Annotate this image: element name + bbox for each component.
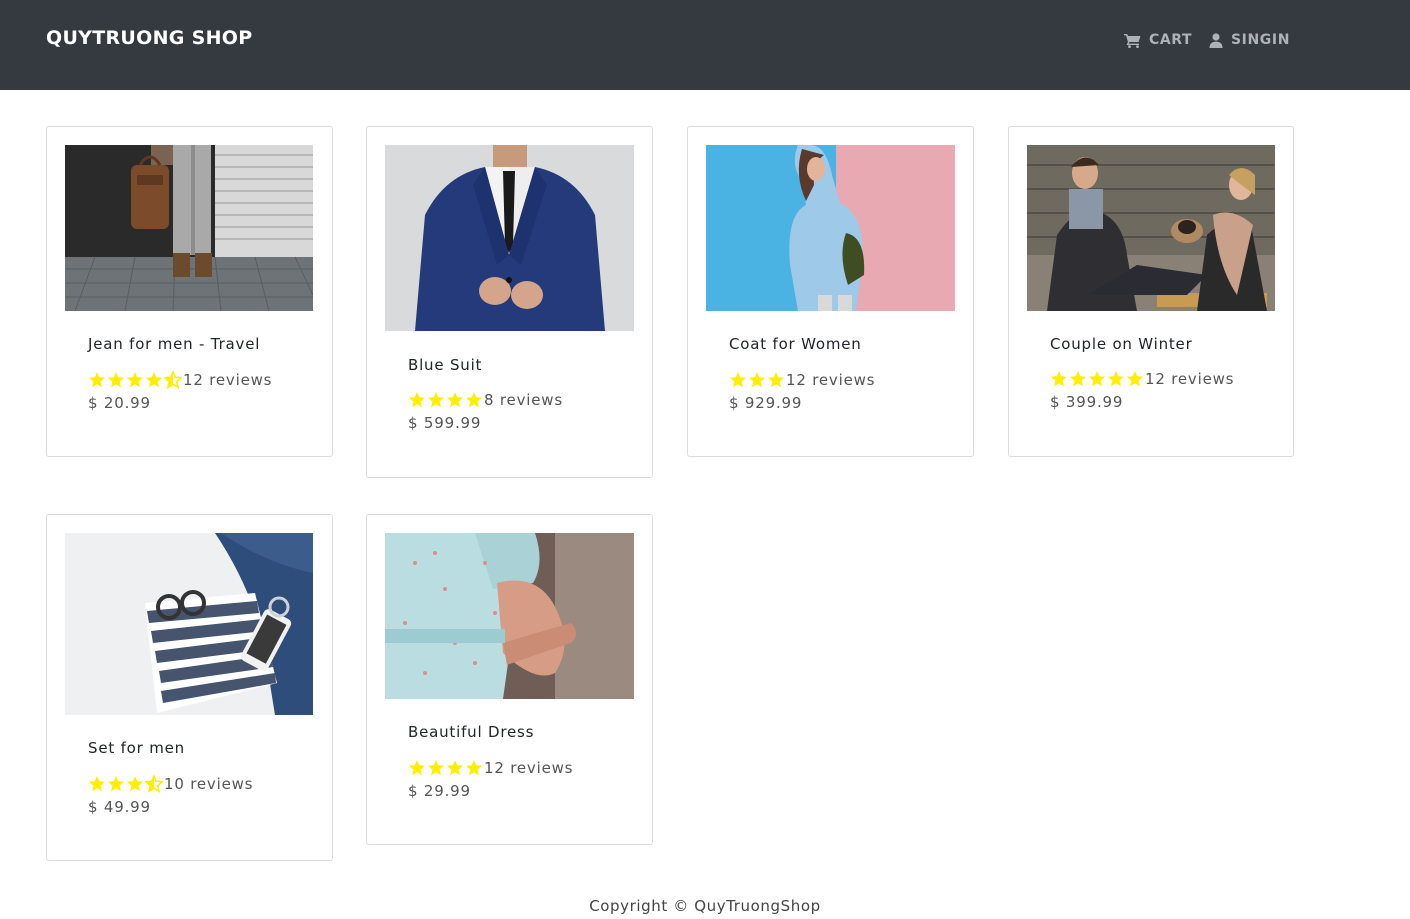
product-card[interactable]: Blue Suit 8 reviews $ 599.99 [366,126,653,478]
product-card[interactable]: Set for men 10 reviews $ 49.99 [46,514,333,861]
rating-stars [408,759,484,777]
product-card[interactable]: Coat for Women 12 reviews $ 929.99 [687,126,974,457]
star-icon [108,776,124,792]
half-star-icon [164,371,182,389]
star-icon [447,760,463,776]
star-icon [749,372,765,388]
star-icon [108,372,124,388]
product-price: $ 599.99 [408,414,482,432]
star-icon [89,776,105,792]
user-icon [1209,32,1223,48]
star-icon [409,760,425,776]
star-icon [1051,371,1067,387]
star-icon [1070,371,1086,387]
product-rating: 8 reviews [408,391,563,409]
star-icon [466,760,482,776]
shopping-cart-icon [1124,33,1141,48]
product-rating: 10 reviews [88,775,253,793]
product-price: $ 29.99 [408,782,471,800]
product-title[interactable]: Jean for men - Travel [88,335,260,353]
star-icon [428,760,444,776]
rating-stars [408,391,484,409]
star-icon [127,776,143,792]
product-card[interactable]: Jean for men - Travel 12 reviews $ 20.99 [46,126,333,457]
product-title[interactable]: Beautiful Dress [408,723,534,741]
footer-copyright: Copyright © QuyTruongShop [589,897,821,915]
star-icon [146,372,162,388]
star-icon [768,372,784,388]
review-count: 12 reviews [484,759,574,777]
floral-dress-photo[interactable] [385,533,634,699]
star-icon [1089,371,1105,387]
cart-label: CART [1149,32,1193,48]
rating-stars [729,371,786,389]
product-price: $ 49.99 [88,798,151,816]
signin-label: SINGIN [1231,32,1291,48]
product-rating: 12 reviews [88,371,272,389]
star-icon [447,392,463,408]
product-price: $ 399.99 [1050,393,1124,411]
couple-winter-photo[interactable] [1027,145,1275,311]
review-count: 12 reviews [1145,370,1235,388]
woman-denim-coat-photo[interactable] [706,145,955,311]
product-title[interactable]: Blue Suit [408,356,482,374]
half-star-icon [145,775,163,793]
review-count: 10 reviews [164,775,254,793]
rating-stars [1050,370,1145,388]
product-title[interactable]: Coat for Women [729,335,862,353]
product-title[interactable]: Set for men [88,739,185,757]
star-icon [89,372,105,388]
star-icon [428,392,444,408]
review-count: 8 reviews [484,391,563,409]
product-title[interactable]: Couple on Winter [1050,335,1193,353]
clothing-set-photo[interactable] [65,533,313,715]
star-icon [466,392,482,408]
product-card[interactable]: Beautiful Dress 12 reviews $ 29.99 [366,514,653,845]
cart-link[interactable]: CART [1124,30,1192,50]
man-with-bag-photo[interactable] [65,145,313,311]
review-count: 12 reviews [183,371,273,389]
star-icon [730,372,746,388]
signin-link[interactable]: SINGIN [1209,30,1290,50]
blue-suit-photo[interactable] [385,145,634,331]
star-icon [127,372,143,388]
product-rating: 12 reviews [729,371,875,389]
star-icon [1108,371,1124,387]
product-price: $ 929.99 [729,394,803,412]
brand-logo[interactable]: QUYTRUONG SHOP [46,27,252,49]
product-rating: 12 reviews [408,759,573,777]
rating-stars [88,775,164,793]
top-navbar: QUYTRUONG SHOP CART SINGIN [0,0,1410,90]
product-rating: 12 reviews [1050,370,1234,388]
star-icon [1127,371,1143,387]
review-count: 12 reviews [786,371,876,389]
star-icon [409,392,425,408]
product-price: $ 20.99 [88,394,151,412]
product-card[interactable]: Couple on Winter 12 reviews $ 399.99 [1008,126,1294,457]
rating-stars [88,371,183,389]
